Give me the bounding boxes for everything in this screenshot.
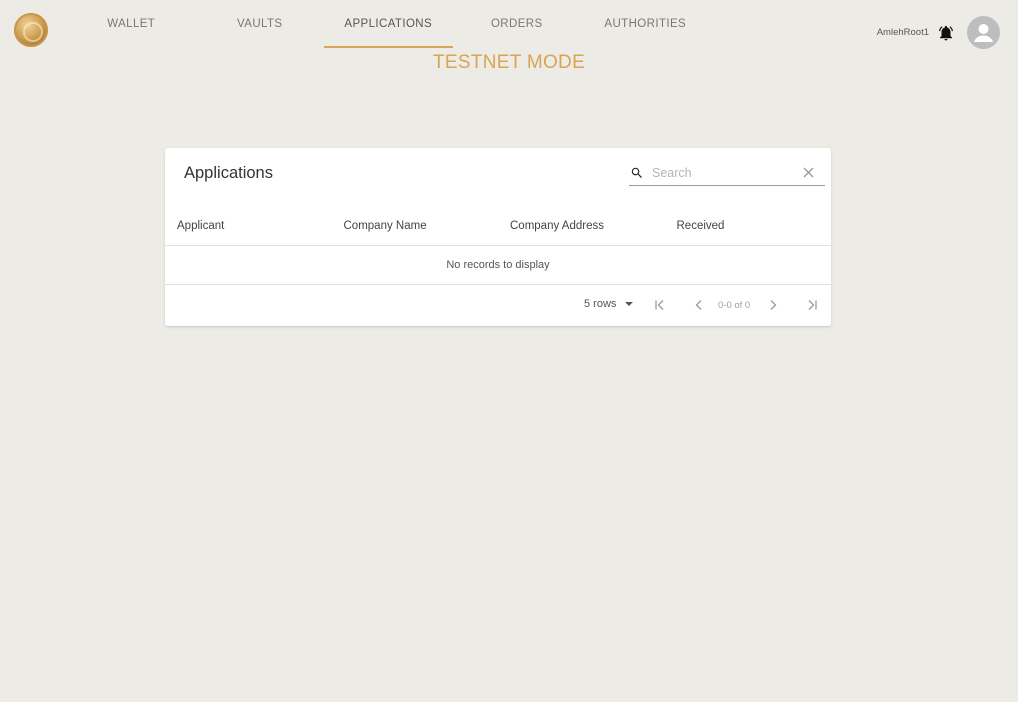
table-title: Applications [184, 164, 273, 182]
nav-tab-applications[interactable]: APPLICATIONS [324, 0, 453, 48]
column-header-company-name[interactable]: Company Name [332, 220, 499, 232]
rows-per-page-label: 5 rows [584, 298, 617, 310]
nav-tab-authorities[interactable]: AUTHORITIES [581, 0, 710, 48]
previous-page-icon[interactable] [691, 297, 707, 313]
column-header-received[interactable]: Received [665, 220, 832, 232]
page-range-label: 0-0 of 0 [718, 300, 751, 311]
brand-logo[interactable] [14, 13, 48, 47]
first-page-icon[interactable] [652, 297, 668, 313]
nav-tab-wallet[interactable]: WALLET [67, 0, 196, 48]
testnet-mode-banner: TESTNET MODE [432, 52, 586, 73]
dropdown-arrow-icon [625, 302, 634, 306]
clear-search-icon[interactable] [802, 166, 815, 179]
avatar-icon[interactable] [967, 16, 1000, 49]
pagination-bar: 5 rows 0-0 of 0 [165, 285, 831, 326]
column-header-company-address[interactable]: Company Address [498, 220, 665, 232]
username-label: AmlehRoot1 [876, 27, 929, 38]
search-input[interactable] [652, 165, 792, 180]
next-page-icon[interactable] [765, 297, 781, 313]
rows-per-page-select[interactable]: 5 rows [584, 298, 634, 310]
search-field [629, 160, 825, 186]
bell-icon[interactable] [937, 24, 955, 42]
last-page-icon[interactable] [804, 297, 820, 313]
main-nav: WALLET VAULTS APPLICATIONS ORDERS AUTHOR… [67, 0, 710, 48]
nav-tab-orders[interactable]: ORDERS [453, 0, 582, 48]
nav-tab-vaults[interactable]: VAULTS [196, 0, 325, 48]
search-icon [630, 166, 644, 180]
table-header: Applicant Company Name Company Address R… [165, 206, 831, 246]
empty-table-message: No records to display [165, 246, 831, 285]
column-header-applicant[interactable]: Applicant [165, 220, 332, 232]
user-area: AmlehRoot1 [877, 16, 1000, 49]
applications-table-card: Applications Applicant Company Name Comp… [165, 148, 831, 326]
